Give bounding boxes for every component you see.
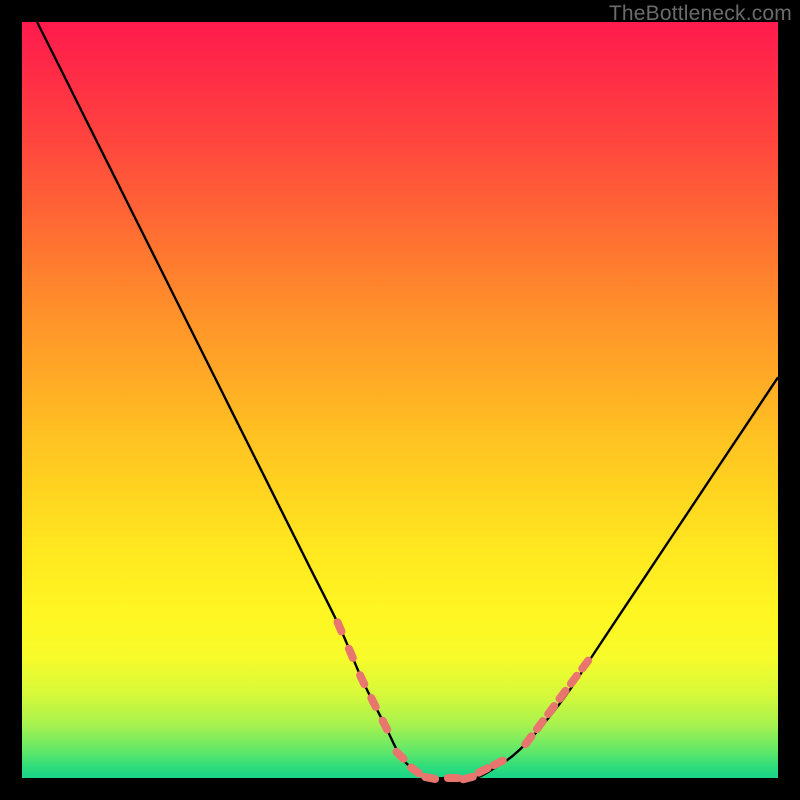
bottleneck-curve <box>37 22 778 779</box>
curve-marker <box>421 772 440 783</box>
curve-marker <box>444 774 462 782</box>
watermark-text: TheBottleneck.com <box>609 2 792 26</box>
bottleneck-curve-svg <box>22 22 778 778</box>
curve-marker <box>488 755 508 770</box>
curve-marker <box>531 716 548 735</box>
curve-marker <box>458 772 477 784</box>
curve-markers <box>332 617 594 784</box>
curve-marker <box>377 715 392 735</box>
chart-frame: TheBottleneck.com <box>0 0 800 800</box>
curve-marker <box>366 693 381 713</box>
curve-marker <box>355 670 370 690</box>
curve-marker <box>344 643 358 663</box>
plot-area <box>22 22 778 778</box>
curve-marker <box>332 617 346 637</box>
curve-marker <box>543 700 560 719</box>
